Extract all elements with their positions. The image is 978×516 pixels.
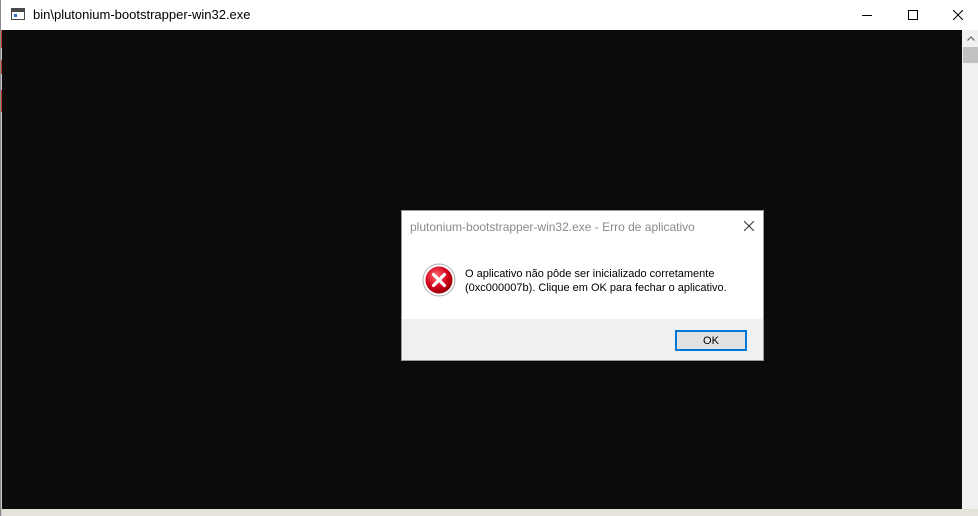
console-window-icon[interactable]	[11, 8, 25, 20]
chevron-up-icon	[966, 36, 975, 41]
dialog-close-button[interactable]	[740, 217, 758, 235]
error-message-line-2: (0xc000007b). Clique em OK para fechar o…	[465, 282, 727, 294]
console-window: bin\plutonium-bootstrapper-win32.exe plu…	[0, 0, 978, 516]
error-message: O aplicativo não pôde ser inicializado c…	[465, 267, 755, 295]
ok-button[interactable]: OK	[675, 330, 747, 351]
scroll-up-button[interactable]	[962, 30, 978, 47]
error-icon	[422, 263, 456, 297]
window-title: bin\plutonium-bootstrapper-win32.exe	[33, 7, 251, 22]
maximize-button[interactable]	[890, 0, 936, 30]
close-icon	[953, 10, 963, 20]
dialog-footer: OK	[402, 319, 763, 360]
scrollbar-thumb[interactable]	[963, 47, 978, 63]
bottom-edge-strip	[2, 509, 978, 516]
dialog-title: plutonium-bootstrapper-win32.exe - Erro …	[410, 220, 695, 234]
maximize-icon	[908, 10, 918, 20]
minimize-button[interactable]	[844, 0, 890, 30]
close-button[interactable]	[935, 0, 978, 30]
minimize-icon	[862, 15, 872, 16]
close-icon	[744, 221, 754, 231]
title-bar[interactable]: bin\plutonium-bootstrapper-win32.exe	[2, 0, 978, 30]
vertical-scrollbar[interactable]	[962, 30, 978, 509]
error-dialog: plutonium-bootstrapper-win32.exe - Erro …	[401, 210, 764, 361]
error-message-line-1: O aplicativo não pôde ser inicializado c…	[465, 268, 715, 280]
